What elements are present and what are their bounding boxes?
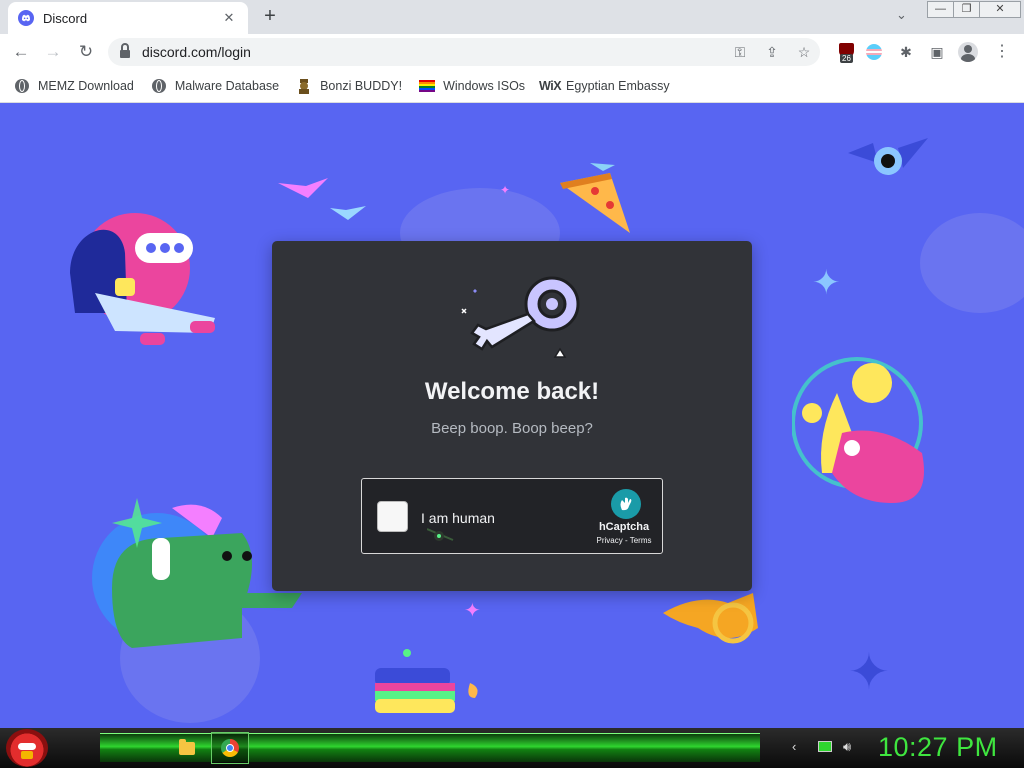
tab-discord[interactable]: Discord ✕ [8,2,248,34]
tab-strip: Discord ✕ + ⌄ — ❐ ✕ [0,0,1024,34]
share-icon[interactable]: ⇪ [756,44,788,61]
forward-button[interactable]: → [40,39,66,65]
key-illustration-icon [442,269,582,359]
duck-character-illustration [791,353,932,518]
captcha-privacy-terms-link[interactable]: Privacy - Terms [588,536,660,545]
window-close-button[interactable]: ✕ [980,2,1020,17]
url-text[interactable]: discord.com/login [142,44,724,60]
rainbow-flag-icon [419,78,436,94]
ublock-extension-icon[interactable]: 26 [836,42,856,63]
bookmark-egyptian-embassy[interactable]: WiX Egyptian Embassy [539,78,670,94]
trans-flag-extension-icon[interactable] [864,42,884,62]
globe-icon [14,78,30,94]
new-tab-button[interactable]: + [258,5,282,29]
bookmark-bonzi-buddy[interactable]: Bonzi BUDDY! [296,78,402,94]
bookmark-star-icon[interactable]: ☆ [788,44,820,61]
address-bar[interactable]: discord.com/login ⚿ ⇪ ☆ [108,38,820,66]
tab-title: Discord [43,10,88,26]
hcaptcha-logo-icon[interactable] [611,489,641,519]
tab-search-chevron-icon[interactable]: ⌄ [896,7,907,23]
tray-chevron-icon[interactable]: ‹ [792,739,796,754]
captcha-label: I am human [421,510,495,526]
tray-volume-icon[interactable]: 🔊︎ [843,739,851,755]
taskbar-file-explorer-button[interactable] [168,732,206,764]
wix-icon: WiX [539,79,562,93]
discord-favicon-icon [18,10,34,26]
bat-creature-illustration [848,133,928,198]
start-button-angry-bird-icon[interactable] [6,729,48,767]
sparkle-icon: ✦ [464,600,481,622]
password-key-icon[interactable]: ⚿ [724,44,756,61]
chrome-icon [221,739,239,757]
pizza-illustration [555,163,635,238]
bonzi-icon [296,78,312,94]
bookmark-label: Malware Database [174,79,280,93]
lock-icon[interactable] [120,42,130,58]
hcaptcha-brand: hCaptcha [598,521,650,533]
sparkle-icon: ✦ [500,183,511,197]
background-cloud [920,213,1024,313]
mouse-cursor-icon [426,526,454,544]
bookmark-malware-database[interactable]: Malware Database [151,78,279,94]
bookmark-label: Windows ISOs [443,79,526,93]
horn-illustration [658,588,768,658]
hcaptcha-widget[interactable]: I am human hCaptcha Privacy - Terms [361,478,663,554]
taskbar-chrome-button[interactable] [211,732,249,764]
folder-icon [179,738,195,755]
extension-badge: 26 [840,54,853,63]
window-controls: — ❐ ✕ [927,1,1021,18]
back-button[interactable]: ← [8,39,34,65]
sparkle-icon: ✦ [848,644,890,700]
browser-window: Discord ✕ + ⌄ — ❐ ✕ ← → ↻ discord.com/lo… [0,0,1024,103]
bookmark-memz[interactable]: MEMZ Download [14,78,134,94]
login-heading: Welcome back! [424,378,600,405]
bookmark-label: Bonzi BUDDY! [320,79,403,93]
extensions-puzzle-icon[interactable]: ✱ [896,42,916,62]
globe-icon [151,78,167,94]
browser-toolbar: ← → ↻ discord.com/login ⚿ ⇪ ☆ 26 ✱ ▣ ⋮ [0,34,1024,70]
reload-button[interactable]: ↻ [73,39,99,65]
minimize-button[interactable]: — [928,2,954,17]
discord-login-page: ✦ ✦ ✦ ✦ Welcome back! Beep boop. Boop be… [0,103,1024,728]
taskbar-clock[interactable]: 10:27 PM [878,732,998,763]
bookmark-label: MEMZ Download [38,79,134,93]
tab-close-icon[interactable]: ✕ [220,10,238,26]
restore-button[interactable]: ❐ [954,2,980,17]
taskbar: ‹ 🔊︎ 10:27 PM [0,728,1024,768]
side-panel-icon[interactable]: ▣ [927,42,947,62]
profile-avatar-icon[interactable] [958,42,978,62]
tray-monitor-icon[interactable] [818,739,832,752]
bookmark-label: Egyptian Embassy [566,79,670,93]
bookmark-windows-isos[interactable]: Windows ISOs [419,78,525,94]
login-subtitle: Beep boop. Boop beep? [431,420,593,437]
browser-menu-icon[interactable]: ⋮ [992,42,1012,62]
sparkle-icon: ✦ [812,264,841,302]
login-card: Welcome back! Beep boop. Boop beep? I am… [272,241,752,591]
hoodie-character-illustration [65,213,225,363]
sandwich-illustration [370,643,490,728]
paper-bird-illustration [278,178,378,233]
bookmarks-bar: MEMZ Download Malware Database Bonzi BUD… [0,70,1024,103]
captcha-checkbox[interactable] [377,501,408,532]
